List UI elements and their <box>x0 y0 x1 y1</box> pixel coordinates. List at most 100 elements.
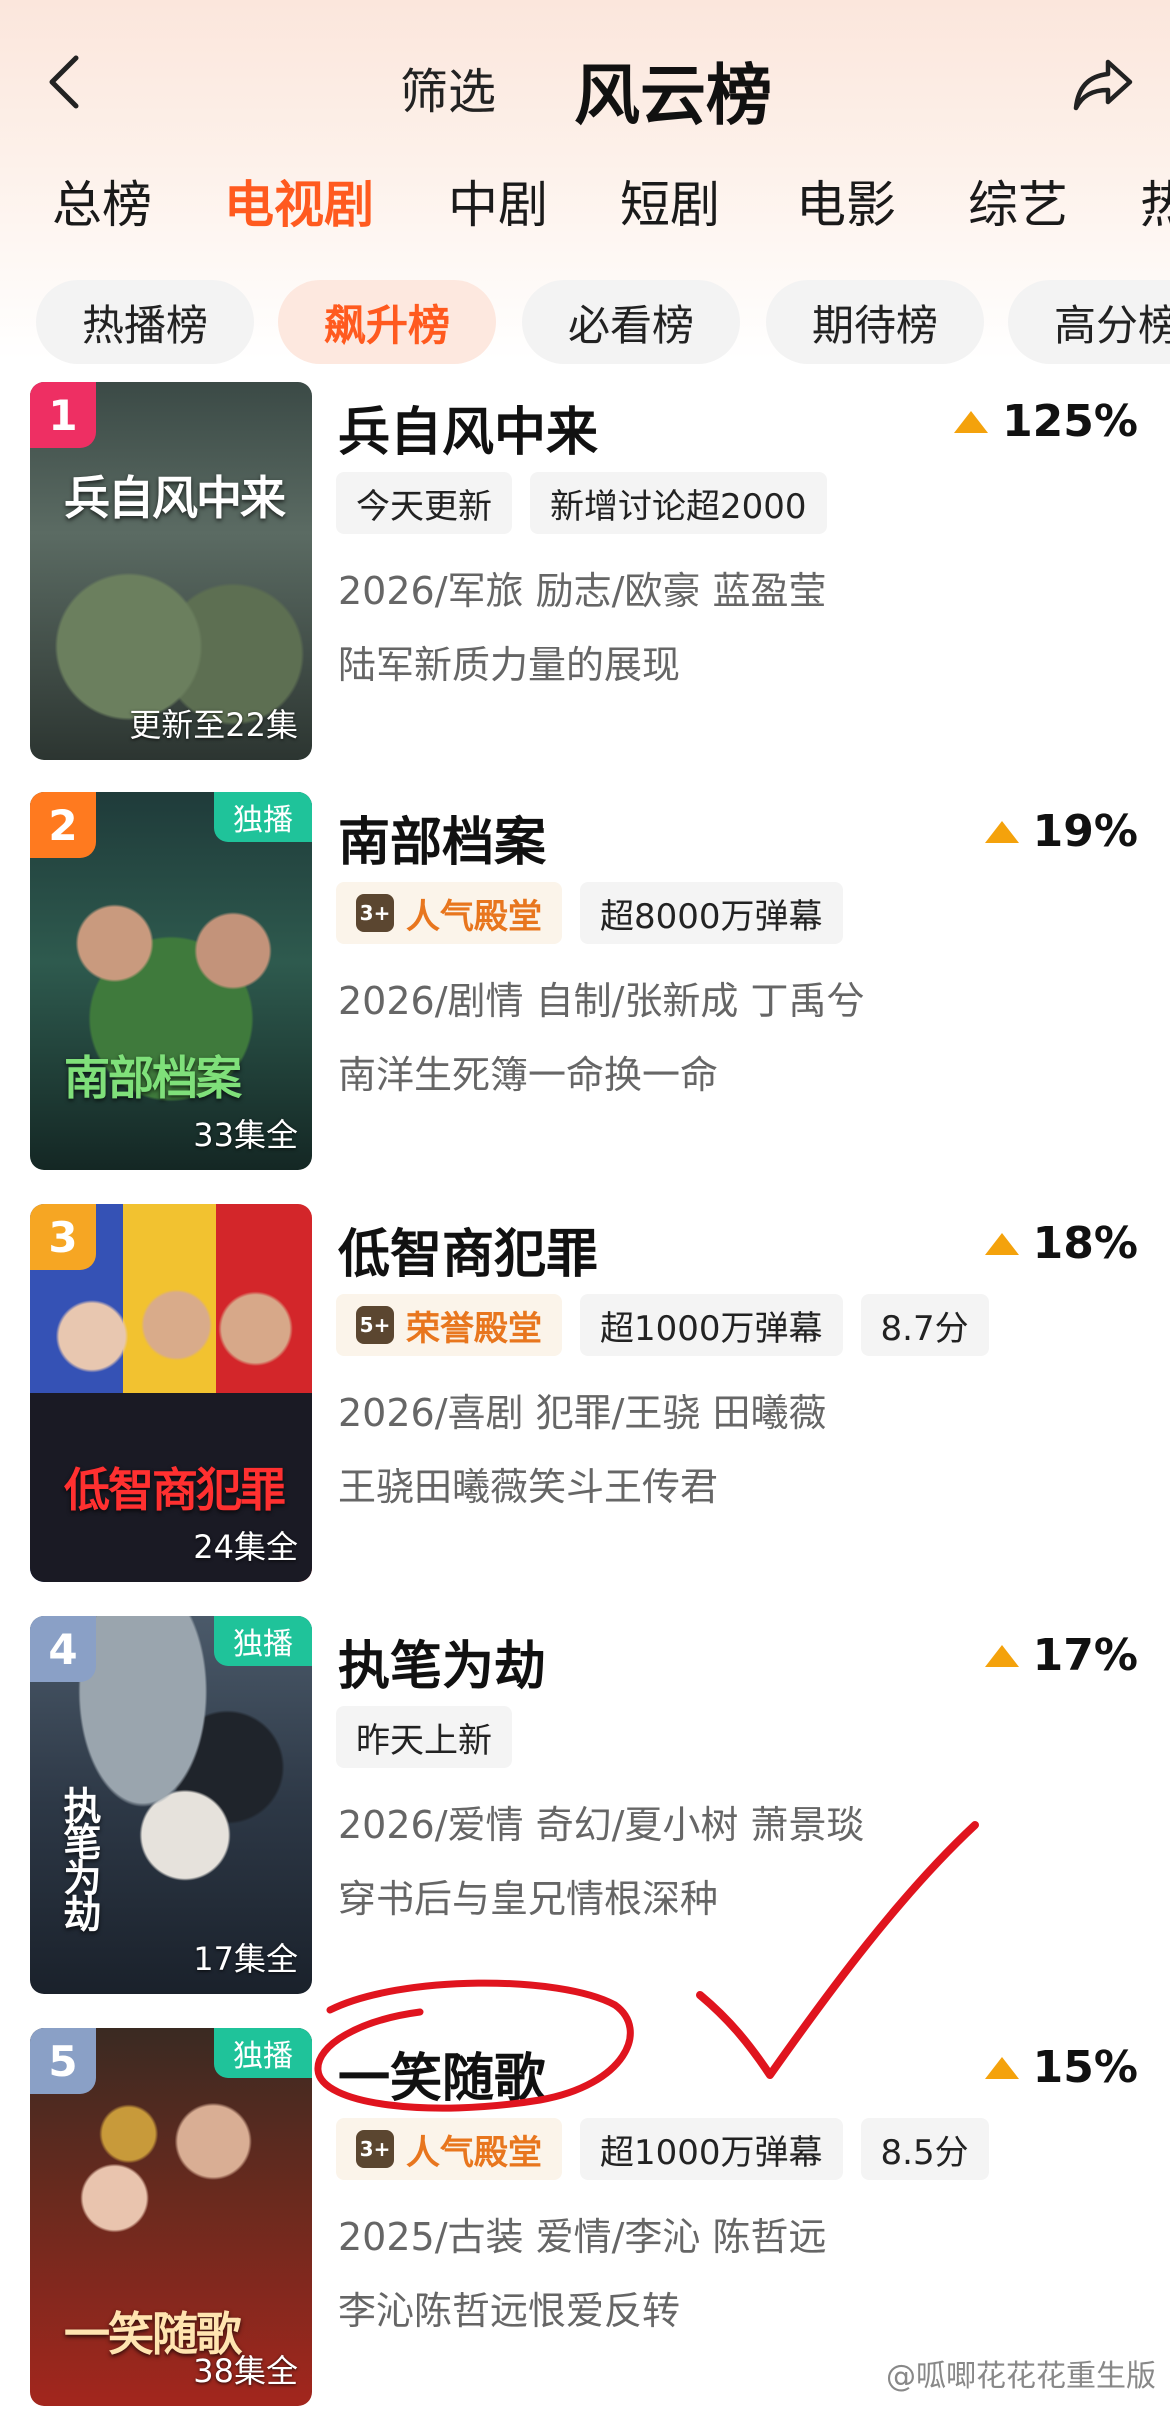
episode-count: 38集全 <box>193 2352 298 2390</box>
tab-mid-drama[interactable]: 中剧 <box>448 165 548 235</box>
growth-value: 19% <box>1032 806 1138 857</box>
tag: 今天更新 <box>336 472 512 534</box>
poster[interactable]: 低智商犯罪 3 24集全 <box>30 1204 312 1582</box>
rank-badge: 2 <box>30 792 96 858</box>
show-description: 陆军新质力量的展现 <box>338 643 681 687</box>
growth-rate: 15% <box>984 2042 1138 2093</box>
rising-arrow-icon <box>984 2056 1019 2079</box>
poster-title: 南部档案 <box>64 1051 242 1105</box>
tab-tv-series[interactable]: 电视剧 <box>224 165 374 235</box>
subtab-high-score[interactable]: 高分榜 <box>1008 280 1170 364</box>
hall-label: 人气殿堂 <box>406 896 542 937</box>
subtab-hot[interactable]: 热播榜 <box>36 280 254 364</box>
rising-arrow-icon <box>954 410 989 433</box>
poster[interactable]: 执笔为劫 4 独播 17集全 <box>30 1616 312 1994</box>
share-button[interactable] <box>1070 52 1136 118</box>
growth-value: 15% <box>1032 2042 1138 2093</box>
tag: 超1000万弹幕 <box>580 2118 843 2180</box>
poster[interactable]: 兵自风中来 1 更新至22集 <box>30 382 312 760</box>
tab-movie[interactable]: 电影 <box>796 165 896 235</box>
tag: 昨天上新 <box>336 1706 512 1768</box>
hall-of-fame-tag: 3+ 人气殿堂 <box>336 882 562 944</box>
score-tag: 8.7分 <box>860 1294 989 1356</box>
share-icon <box>1073 59 1133 111</box>
subtab-anticipated[interactable]: 期待榜 <box>766 280 984 364</box>
rising-arrow-icon <box>984 820 1019 843</box>
hall-badge-icon: 3+ <box>356 2130 394 2168</box>
rank-badge: 5 <box>30 2028 96 2094</box>
back-button[interactable] <box>44 52 84 112</box>
list-item[interactable]: 兵自风中来 1 更新至22集 兵自风中来 125% 今天更新 新增讨论超2000… <box>0 382 1170 762</box>
growth-rate: 17% <box>984 1630 1138 1681</box>
rank-badge: 1 <box>30 382 96 448</box>
tag: 新增讨论超2000 <box>530 472 827 534</box>
episode-count: 17集全 <box>193 1940 298 1978</box>
growth-value: 125% <box>1002 396 1138 447</box>
show-title[interactable]: 兵自风中来 <box>338 390 598 465</box>
header: 筛选 风云榜 <box>0 0 1170 170</box>
growth-rate: 19% <box>984 806 1138 857</box>
exclusive-badge: 独播 <box>214 792 312 842</box>
hall-label: 人气殿堂 <box>406 2132 542 2173</box>
show-description: 南洋生死簿一命换一命 <box>338 1053 719 1097</box>
tab-zongbang[interactable]: 总榜 <box>52 165 152 235</box>
category-tabs: 总榜 电视剧 中剧 短剧 电影 综艺 热 <box>0 165 1170 235</box>
show-description: 穿书后与皇兄情根深种 <box>338 1877 719 1921</box>
list-item[interactable]: 执笔为劫 4 独播 17集全 执笔为劫 17% 昨天上新 2026/爱情 奇幻/… <box>0 1616 1170 1996</box>
exclusive-badge: 独播 <box>214 2028 312 2078</box>
hall-label: 荣誉殿堂 <box>406 1308 542 1349</box>
subtab-rising[interactable]: 飙升榜 <box>278 280 496 364</box>
tag-list: 昨天上新 <box>336 1706 530 1768</box>
hall-of-fame-tag: 5+ 荣誉殿堂 <box>336 1294 562 1356</box>
growth-rate: 125% <box>954 396 1138 447</box>
tag: 超8000万弹幕 <box>580 882 843 944</box>
tag-list: 3+ 人气殿堂 超1000万弹幕 8.5分 <box>336 2118 1007 2180</box>
hall-badge-icon: 3+ <box>356 894 394 932</box>
subtab-must-watch[interactable]: 必看榜 <box>522 280 740 364</box>
chevron-left-icon <box>49 55 79 109</box>
rising-arrow-icon <box>984 1232 1019 1255</box>
growth-value: 17% <box>1032 1630 1138 1681</box>
tab-variety[interactable]: 综艺 <box>968 165 1068 235</box>
rank-badge: 4 <box>30 1616 96 1682</box>
tab-more[interactable]: 热 <box>1140 165 1170 235</box>
poster[interactable]: 南部档案 2 独播 33集全 <box>30 792 312 1170</box>
rank-badge: 3 <box>30 1204 96 1270</box>
hall-of-fame-tag: 3+ 人气殿堂 <box>336 2118 562 2180</box>
show-description: 李沁陈哲远恨爱反转 <box>338 2289 681 2333</box>
growth-value: 18% <box>1032 1218 1138 1269</box>
page-title: 风云榜 <box>574 57 772 134</box>
ranking-subtabs: 热播榜 飙升榜 必看榜 期待榜 高分榜 <box>0 280 1170 370</box>
poster-title: 兵自风中来 <box>64 471 286 525</box>
show-meta: 2026/军旅 励志/欧豪 蓝盈莹 <box>338 569 827 613</box>
poster-title: 低智商犯罪 <box>64 1463 286 1517</box>
show-title[interactable]: 一笑随歌 <box>338 2036 546 2111</box>
episode-count: 24集全 <box>193 1528 298 1566</box>
watermark: @呱唧花花花重生版 <box>886 2359 1156 2394</box>
hall-badge-icon: 5+ <box>356 1306 394 1344</box>
score-tag: 8.5分 <box>860 2118 989 2180</box>
poster[interactable]: 一笑随歌 5 独播 38集全 <box>30 2028 312 2406</box>
show-description: 王骁田曦薇笑斗王传君 <box>338 1465 719 1509</box>
show-title[interactable]: 南部档案 <box>338 800 546 875</box>
show-meta: 2026/剧情 自制/张新成 丁禹兮 <box>338 979 865 1023</box>
show-title[interactable]: 低智商犯罪 <box>338 1212 598 1287</box>
list-item[interactable]: 南部档案 2 独播 33集全 南部档案 19% 3+ 人气殿堂 超8000万弹幕 … <box>0 792 1170 1172</box>
growth-rate: 18% <box>984 1218 1138 1269</box>
tag-list: 3+ 人气殿堂 超8000万弹幕 <box>336 882 861 944</box>
show-title[interactable]: 执笔为劫 <box>338 1624 546 1699</box>
show-meta: 2026/爱情 奇幻/夏小树 萧景琰 <box>338 1803 865 1847</box>
tag-list: 今天更新 新增讨论超2000 <box>336 472 845 534</box>
filter-button[interactable]: 筛选 <box>400 52 496 122</box>
tag-list: 5+ 荣誉殿堂 超1000万弹幕 8.7分 <box>336 1294 1007 1356</box>
episode-count: 更新至22集 <box>129 706 298 744</box>
show-meta: 2026/喜剧 犯罪/王骁 田曦薇 <box>338 1391 827 1435</box>
rising-arrow-icon <box>984 1644 1019 1667</box>
show-meta: 2025/古装 爱情/李沁 陈哲远 <box>338 2215 827 2259</box>
tag: 超1000万弹幕 <box>580 1294 843 1356</box>
list-item[interactable]: 低智商犯罪 3 24集全 低智商犯罪 18% 5+ 荣誉殿堂 超1000万弹幕 8… <box>0 1204 1170 1584</box>
poster-title: 执笔为劫 <box>57 1786 102 1930</box>
episode-count: 33集全 <box>193 1116 298 1154</box>
tab-short-drama[interactable]: 短剧 <box>620 165 720 235</box>
exclusive-badge: 独播 <box>214 1616 312 1666</box>
